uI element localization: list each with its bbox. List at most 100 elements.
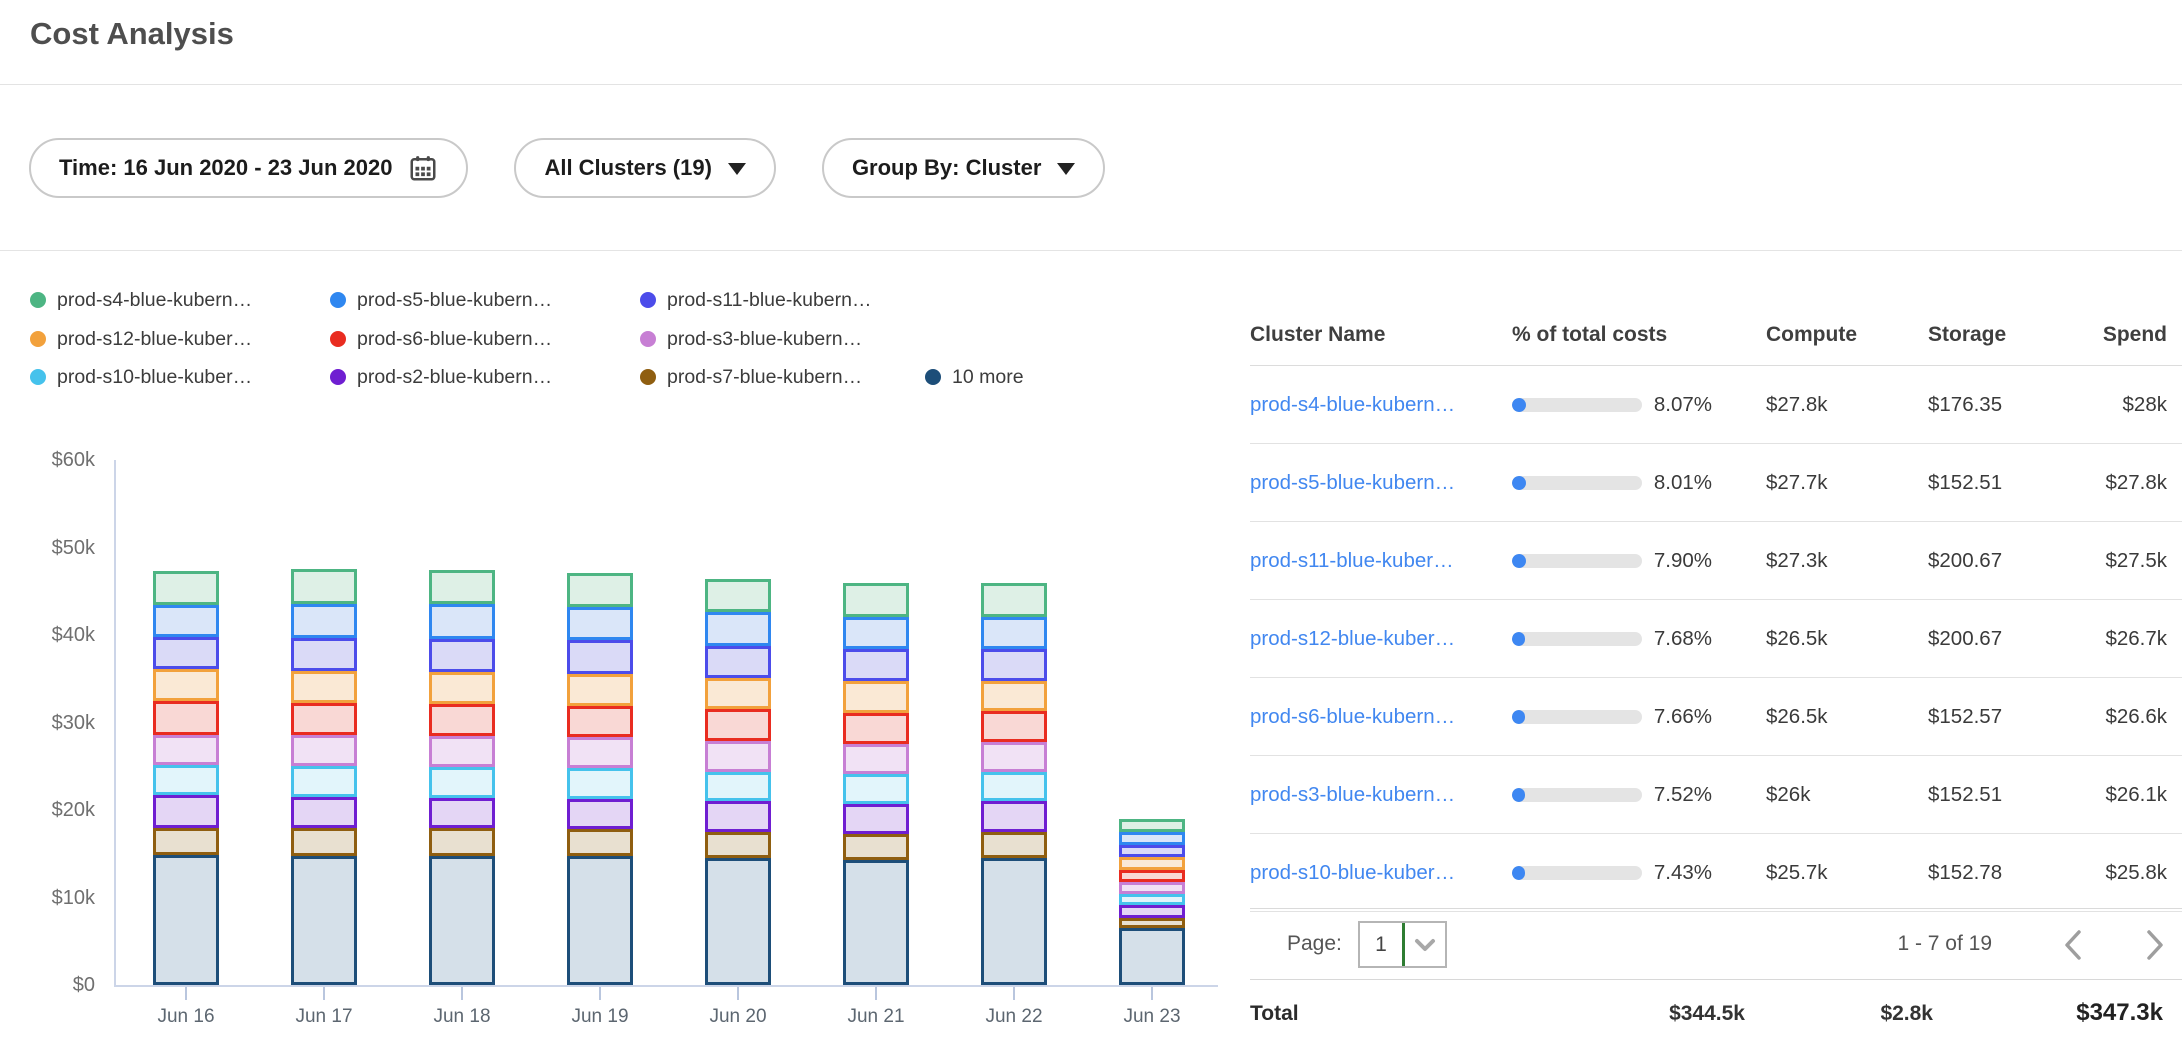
bar-segment[interactable] [291, 569, 357, 603]
bar-segment[interactable] [705, 858, 771, 985]
bar-segment[interactable] [567, 573, 633, 607]
bar-segment[interactable] [291, 604, 357, 638]
bar-segment[interactable] [981, 801, 1047, 832]
bar-segment[interactable] [291, 828, 357, 855]
bar-segment[interactable] [429, 672, 495, 704]
bar-segment[interactable] [705, 832, 771, 858]
bar-segment[interactable] [1119, 928, 1185, 985]
bar-segment[interactable] [153, 701, 219, 735]
bar-segment[interactable] [705, 678, 771, 710]
bar-segment[interactable] [1119, 819, 1185, 832]
bar-segment[interactable] [843, 860, 909, 985]
legend-item[interactable]: prod-s7-blue-kubern… [640, 364, 862, 390]
bar-segment[interactable] [567, 768, 633, 799]
bar-segment[interactable] [1119, 870, 1185, 882]
bar-segment[interactable] [981, 649, 1047, 681]
bar-segment[interactable] [153, 735, 219, 766]
bar-segment[interactable] [153, 605, 219, 637]
bar-segment[interactable] [153, 637, 219, 669]
bar-segment[interactable] [981, 711, 1047, 742]
bar-segment[interactable] [705, 741, 771, 772]
cluster-link[interactable]: prod-s5-blue-kubern… [1250, 471, 1455, 494]
bar-segment[interactable] [429, 704, 495, 736]
bar-segment[interactable] [843, 834, 909, 860]
bar-segment[interactable] [705, 579, 771, 612]
bar-segment[interactable] [1119, 918, 1185, 929]
bar-segment[interactable] [843, 713, 909, 744]
legend-item[interactable]: prod-s10-blue-kuber… [30, 364, 252, 390]
bar-segment[interactable] [291, 671, 357, 703]
bar-segment[interactable] [567, 706, 633, 738]
previous-page-button[interactable] [2055, 923, 2091, 967]
bar-segment[interactable] [429, 736, 495, 768]
bar-segment[interactable] [843, 774, 909, 804]
bar-segment[interactable] [1119, 905, 1185, 917]
bar-segment[interactable] [981, 681, 1047, 712]
bar-segment[interactable] [567, 737, 633, 768]
bar-segment[interactable] [153, 828, 219, 854]
bar-segment[interactable] [1119, 882, 1185, 894]
bar-segment[interactable] [705, 801, 771, 832]
bar-segment[interactable] [1119, 894, 1185, 905]
legend-item[interactable]: prod-s5-blue-kubern… [330, 287, 552, 313]
bar-segment[interactable] [153, 855, 219, 985]
bar-segment[interactable] [429, 828, 495, 855]
bar-segment[interactable] [1119, 832, 1185, 845]
bar-segment[interactable] [843, 649, 909, 681]
bar-segment[interactable] [843, 744, 909, 775]
legend-item[interactable]: prod-s2-blue-kubern… [330, 364, 552, 390]
bar-segment[interactable] [981, 617, 1047, 649]
cluster-link[interactable]: prod-s4-blue-kubern… [1250, 393, 1455, 416]
cluster-link[interactable]: prod-s3-blue-kubern… [1250, 783, 1455, 806]
legend-item[interactable]: prod-s12-blue-kuber… [30, 326, 252, 352]
bar-segment[interactable] [567, 856, 633, 985]
bar-segment[interactable] [153, 795, 219, 828]
bar-segment[interactable] [153, 571, 219, 605]
bar-segment[interactable] [981, 832, 1047, 858]
bar-segment[interactable] [843, 583, 909, 616]
bar-segment[interactable] [567, 829, 633, 856]
bar-segment[interactable] [981, 858, 1047, 985]
bar-segment[interactable] [429, 767, 495, 798]
group-by-dropdown[interactable]: Group By: Cluster [822, 138, 1105, 198]
legend-item[interactable]: prod-s11-blue-kubern… [640, 287, 872, 313]
bar-segment[interactable] [429, 639, 495, 672]
bar-segment[interactable] [1119, 857, 1185, 869]
bar-segment[interactable] [291, 797, 357, 829]
bar-segment[interactable] [291, 856, 357, 986]
bar-segment[interactable] [981, 583, 1047, 616]
legend-item[interactable]: prod-s6-blue-kubern… [330, 326, 552, 352]
bar-segment[interactable] [291, 766, 357, 797]
bar-segment[interactable] [705, 612, 771, 645]
time-range-filter[interactable]: Time: 16 Jun 2020 - 23 Jun 2020 [29, 138, 468, 198]
next-page-button[interactable] [2137, 923, 2173, 967]
bar-segment[interactable] [843, 617, 909, 649]
page-select[interactable]: 1 [1358, 921, 1447, 968]
bar-segment[interactable] [705, 709, 771, 741]
bar-segment[interactable] [1119, 845, 1185, 857]
bar-segment[interactable] [705, 646, 771, 678]
bar-segment[interactable] [567, 799, 633, 830]
bar-segment[interactable] [153, 765, 219, 795]
bar-segment[interactable] [843, 804, 909, 834]
bar-segment[interactable] [567, 674, 633, 706]
bar-segment[interactable] [291, 703, 357, 735]
cluster-link[interactable]: prod-s10-blue-kuber… [1250, 861, 1455, 884]
bar-segment[interactable] [567, 640, 633, 673]
bar-segment[interactable] [429, 570, 495, 604]
bar-segment[interactable] [981, 742, 1047, 772]
bar-segment[interactable] [429, 604, 495, 638]
cluster-link[interactable]: prod-s6-blue-kubern… [1250, 705, 1455, 728]
legend-item[interactable]: prod-s4-blue-kubern… [30, 287, 252, 313]
cluster-link[interactable]: prod-s11-blue-kuber… [1250, 549, 1454, 572]
legend-item[interactable]: prod-s3-blue-kubern… [640, 326, 862, 352]
clusters-filter-dropdown[interactable]: All Clusters (19) [514, 138, 776, 198]
bar-segment[interactable] [843, 681, 909, 713]
cluster-link[interactable]: prod-s12-blue-kuber… [1250, 627, 1455, 650]
bar-segment[interactable] [153, 669, 219, 701]
legend-item[interactable]: 10 more [925, 364, 1024, 390]
bar-segment[interactable] [429, 856, 495, 986]
bar-segment[interactable] [981, 772, 1047, 802]
bar-segment[interactable] [291, 638, 357, 671]
bar-segment[interactable] [291, 735, 357, 767]
